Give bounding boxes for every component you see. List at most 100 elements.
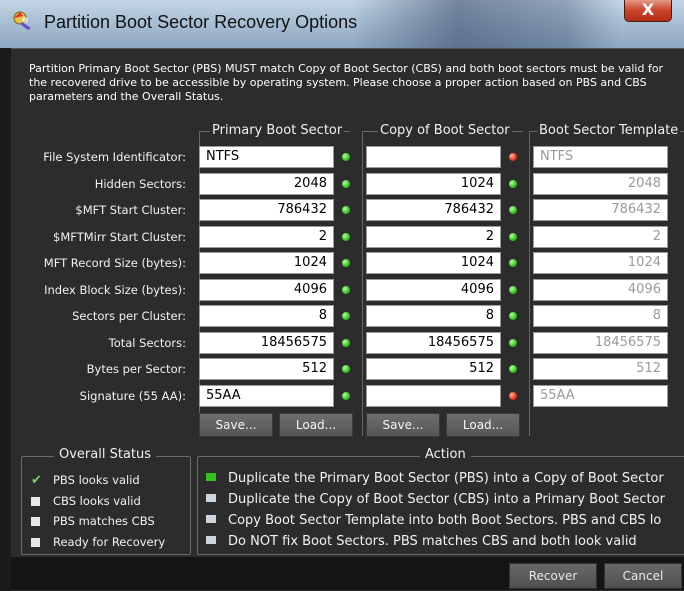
pbs-field[interactable]: 55AA (199, 385, 334, 407)
row-label: Signature (55 AA): (79, 389, 186, 403)
cbs-field[interactable] (366, 146, 501, 168)
cbs-status-indicator (509, 312, 517, 320)
unchecked-box-icon (31, 517, 40, 526)
unchecked-box-icon (31, 537, 40, 547)
pbs-status-indicator (342, 180, 350, 188)
row-label: $MFTMirr Start Cluster: (53, 230, 186, 244)
pbs-field[interactable]: 18456575 (199, 332, 334, 354)
action-option[interactable]: Copy Boot Sector Template into both Boot… (206, 513, 684, 528)
pbs-field[interactable]: 1024 (199, 252, 334, 274)
row-label: Index Block Size (bytes): (44, 283, 186, 297)
close-icon: X (641, 0, 655, 19)
row-label: $MFT Start Cluster: (75, 203, 186, 217)
cbs-field[interactable]: 1024 (366, 252, 501, 274)
unchecked-box-icon (31, 496, 40, 506)
cbs-status-indicator (509, 365, 517, 373)
pbs-status-indicator (342, 392, 350, 400)
row-label: Sectors per Cluster: (72, 309, 186, 323)
pbs-status-indicator (342, 286, 350, 294)
status-item: Ready for Recovery (31, 535, 165, 549)
template-field: 4096 (533, 279, 668, 301)
cbs-status-indicator (509, 339, 517, 347)
cbs-load-button[interactable]: Load... (446, 413, 520, 437)
cbs-field[interactable]: 2 (366, 226, 501, 248)
checkmark-icon: ✔ (31, 473, 42, 488)
template-field: 1024 (533, 252, 668, 274)
status-item-label: CBS looks valid (53, 493, 141, 508)
pbs-column-header: Primary Boot Sector (210, 123, 345, 138)
recovery-app-icon (13, 11, 31, 30)
status-item: ✔ PBS looks valid (31, 473, 140, 487)
pbs-status-indicator (342, 312, 350, 320)
cbs-column-header: Copy of Boot Sector (378, 123, 512, 138)
cbs-field[interactable]: 512 (366, 358, 501, 380)
template-field: 2 (533, 226, 668, 248)
action-title: Action (420, 447, 471, 462)
status-item-label: PBS matches CBS (53, 514, 155, 528)
status-item: PBS matches CBS (31, 514, 155, 528)
intro-text: Partition Primary Boot Sector (PBS) MUST… (29, 62, 664, 103)
template-field: 8 (533, 305, 668, 327)
action-option-label: Copy Boot Sector Template into both Boot… (228, 513, 662, 528)
action-option-label: Do NOT fix Boot Sectors. PBS matches CBS… (228, 534, 637, 549)
recover-button[interactable]: Recover (509, 563, 597, 589)
cbs-field[interactable]: 18456575 (366, 332, 501, 354)
radio-indicator-icon[interactable] (206, 473, 216, 481)
pbs-status-indicator (342, 259, 350, 267)
template-field: 2048 (533, 173, 668, 195)
pbs-status-indicator (342, 339, 350, 347)
pbs-field[interactable]: 2 (199, 226, 334, 248)
cbs-field[interactable]: 786432 (366, 199, 501, 221)
radio-indicator-icon[interactable] (206, 494, 216, 502)
cbs-status-indicator (509, 286, 517, 294)
pbs-save-button[interactable]: Save... (199, 413, 273, 437)
template-field: NTFS (533, 146, 668, 168)
cancel-button[interactable]: Cancel (604, 563, 682, 589)
row-label: Hidden Sectors: (94, 177, 186, 191)
cbs-save-button[interactable]: Save... (366, 413, 440, 437)
radio-indicator-icon[interactable] (206, 515, 216, 523)
template-field: 55AA (533, 385, 668, 407)
cbs-status-indicator (509, 153, 517, 161)
action-option[interactable]: Do NOT fix Boot Sectors. PBS matches CBS… (206, 534, 684, 549)
status-item-label: PBS looks valid (53, 473, 140, 487)
cbs-status-indicator (509, 233, 517, 241)
pbs-field[interactable]: 8 (199, 305, 334, 327)
overall-status-title: Overall Status (54, 447, 157, 462)
action-option[interactable]: Duplicate the Copy of Boot Sector (CBS) … (206, 492, 684, 507)
pbs-status-indicator (342, 365, 350, 373)
template-field: 512 (533, 358, 668, 380)
pbs-field[interactable]: 786432 (199, 199, 334, 221)
status-item: CBS looks valid (31, 494, 141, 508)
radio-indicator-icon[interactable] (206, 536, 216, 544)
template-field: 18456575 (533, 332, 668, 354)
action-option[interactable]: Duplicate the Primary Boot Sector (PBS) … (206, 471, 684, 486)
action-option-label: Duplicate the Primary Boot Sector (PBS) … (228, 471, 664, 486)
pbs-status-indicator (342, 206, 350, 214)
row-label: Total Sectors: (108, 336, 186, 350)
pbs-status-indicator (342, 153, 350, 161)
pbs-field[interactable]: 512 (199, 358, 334, 380)
cbs-field[interactable] (366, 385, 501, 407)
cbs-field[interactable]: 8 (366, 305, 501, 327)
pbs-field[interactable]: 2048 (199, 173, 334, 195)
row-label: MFT Record Size (bytes): (43, 256, 186, 270)
close-button[interactable]: X (624, 0, 672, 22)
template-column-header: Boot Sector Template (537, 123, 681, 138)
pbs-status-indicator (342, 233, 350, 241)
cbs-status-indicator (509, 392, 517, 400)
window-title: Partition Boot Sector Recovery Options (44, 12, 358, 32)
pbs-field[interactable]: NTFS (199, 146, 334, 168)
cbs-status-indicator (509, 259, 517, 267)
row-label: File System Identificator: (43, 150, 186, 164)
template-field: 786432 (533, 199, 668, 221)
action-option-label: Duplicate the Copy of Boot Sector (CBS) … (228, 492, 665, 507)
pbs-field[interactable]: 4096 (199, 279, 334, 301)
cbs-status-indicator (509, 180, 517, 188)
cbs-status-indicator (509, 206, 517, 214)
pbs-load-button[interactable]: Load... (279, 413, 353, 437)
row-label: Bytes per Sector: (86, 362, 186, 376)
status-item-label: Ready for Recovery (53, 534, 166, 549)
cbs-field[interactable]: 4096 (366, 279, 501, 301)
cbs-field[interactable]: 1024 (366, 173, 501, 195)
